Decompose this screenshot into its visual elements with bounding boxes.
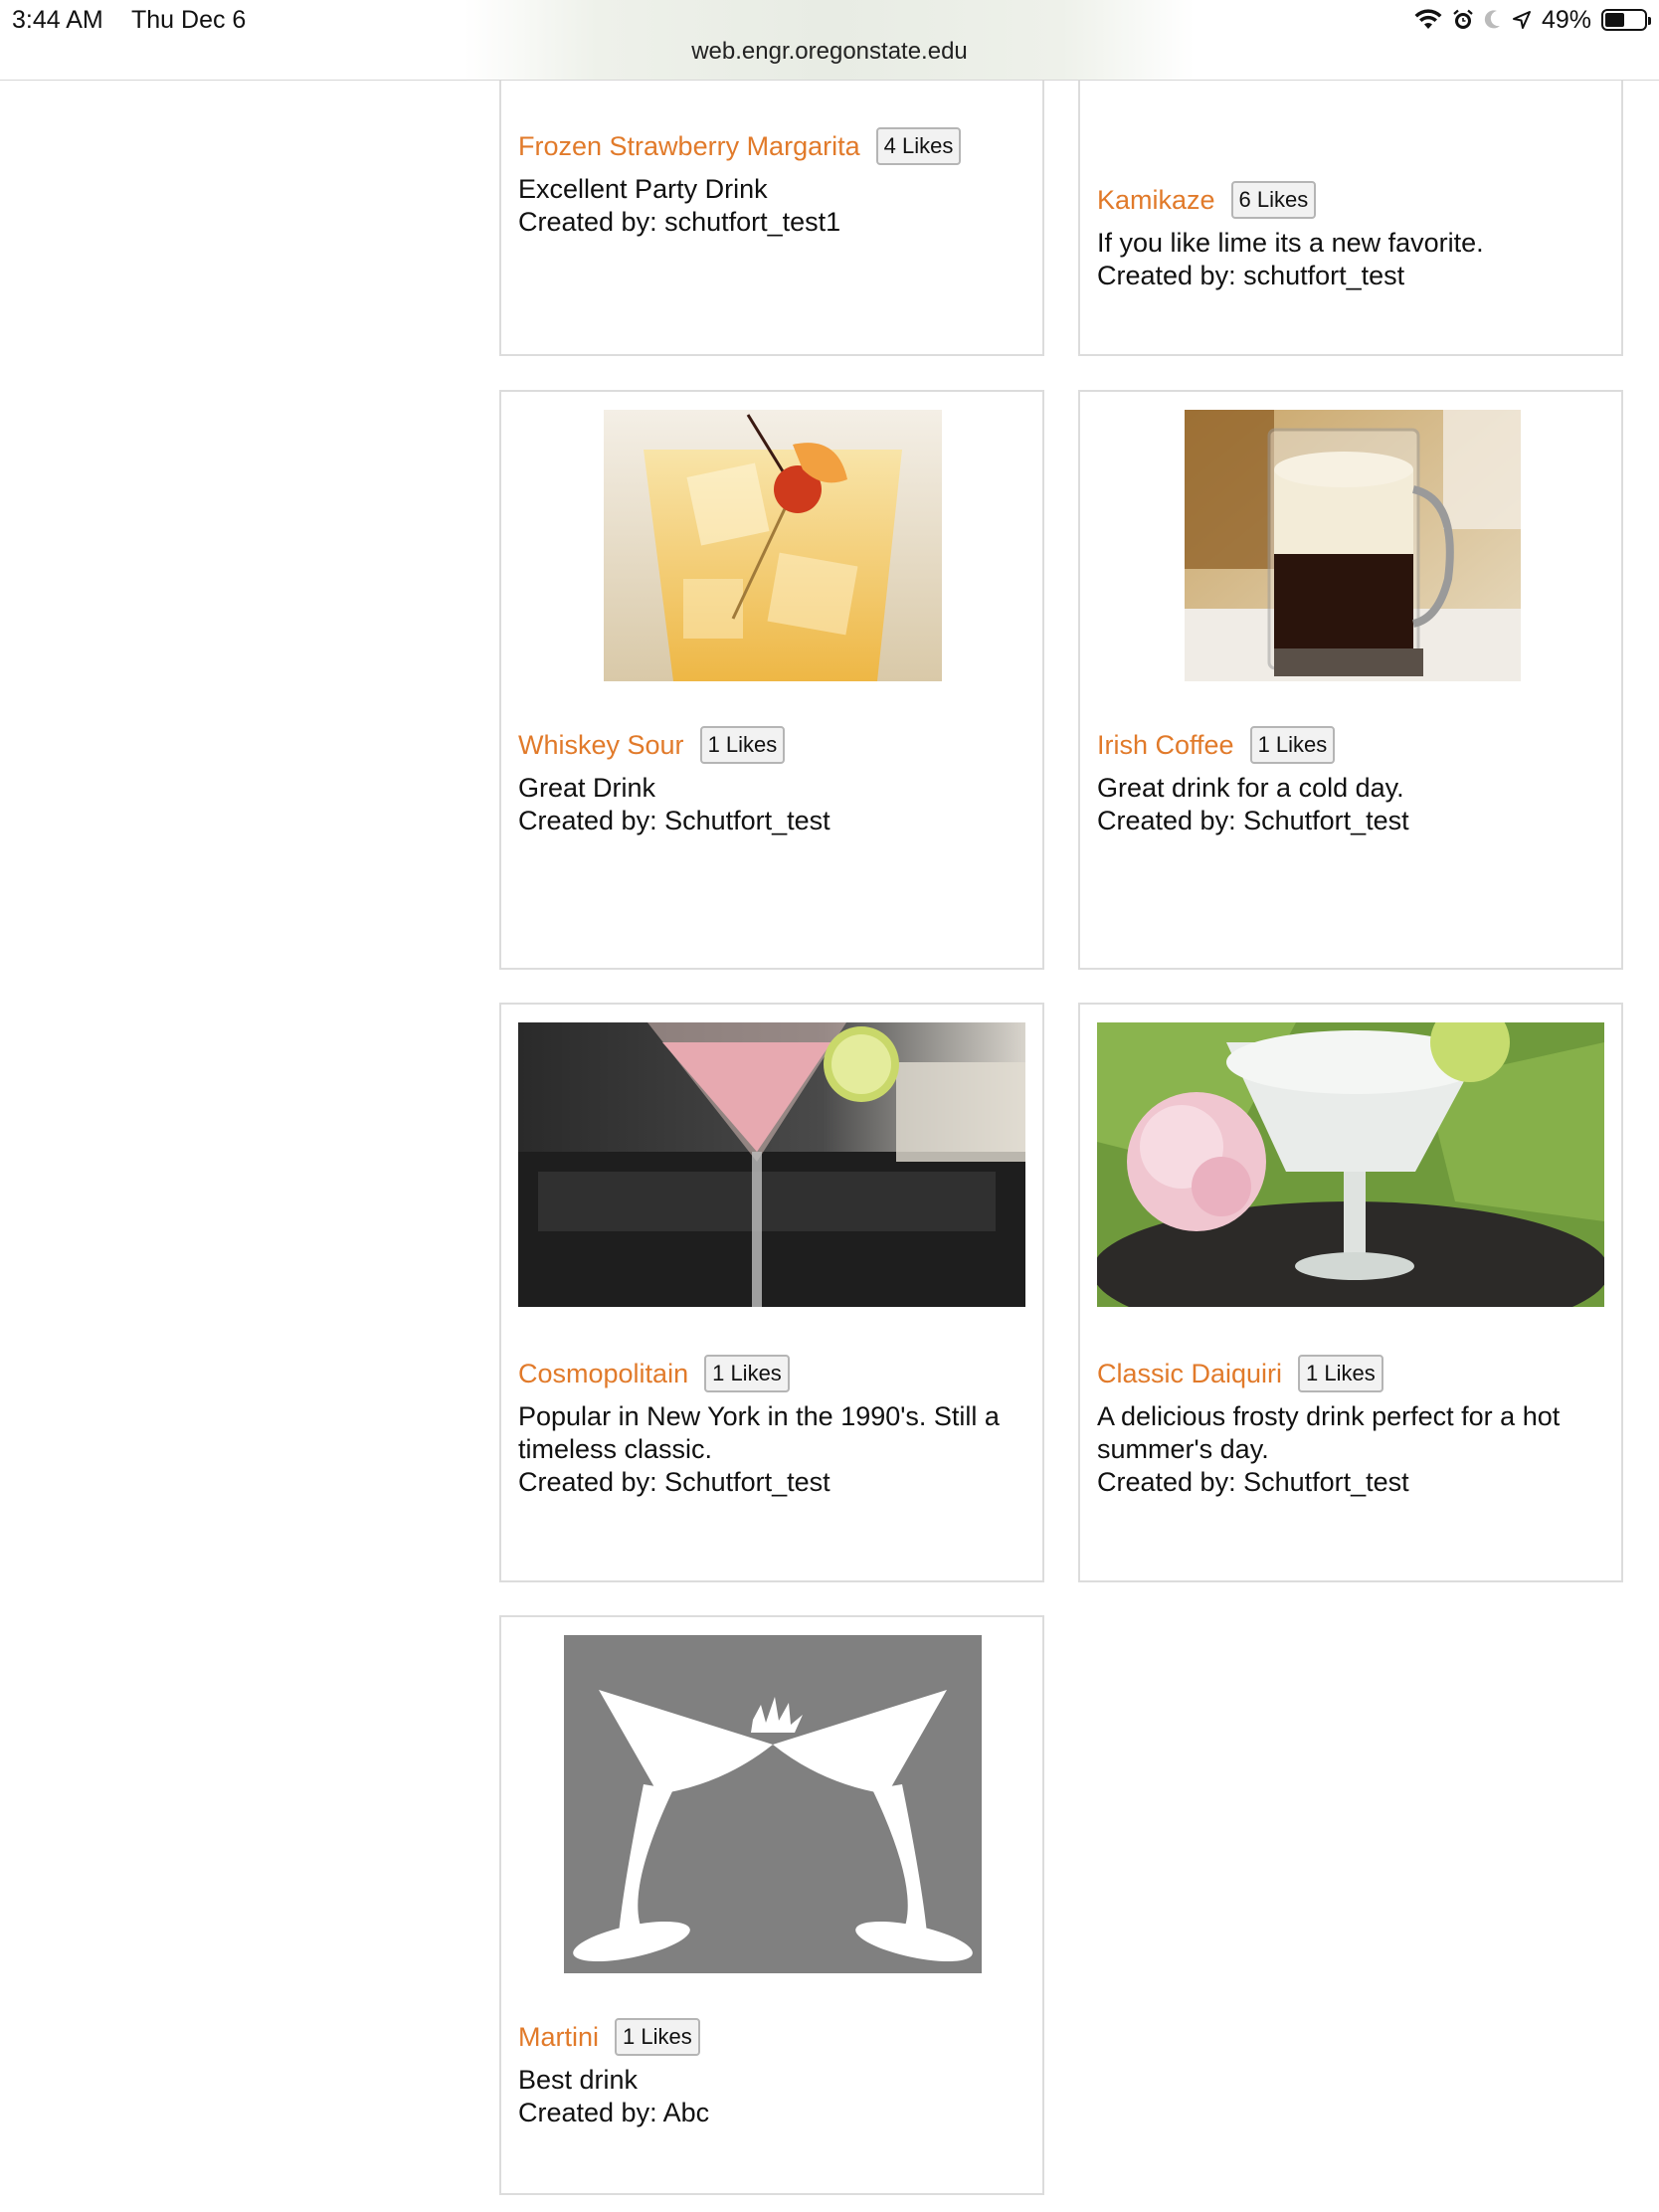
url-bar[interactable]: web.engr.oregonstate.edu [0, 38, 1659, 66]
drink-creator: Created by: Schutfort_test [518, 1467, 830, 1497]
likes-button[interactable]: 6 Likes [1230, 181, 1317, 219]
likes-button[interactable]: 1 Likes [704, 1355, 790, 1392]
drink-creator: Created by: schutfort_test [1097, 261, 1405, 290]
alarm-icon [1453, 9, 1473, 29]
likes-button[interactable]: 4 Likes [875, 127, 962, 165]
drink-image[interactable] [564, 1635, 982, 1973]
drink-name-link[interactable]: Whiskey Sour [518, 730, 684, 761]
status-time: 3:44 AM [12, 6, 103, 34]
drink-card[interactable]: Classic Daiquiri 1 Likes A delicious fro… [1078, 1003, 1623, 1582]
location-icon [1512, 11, 1531, 29]
drink-name-link[interactable]: Cosmopolitain [518, 1359, 688, 1389]
drink-image[interactable] [1185, 410, 1521, 681]
drink-description: Excellent Party Drink [518, 174, 768, 204]
likes-button[interactable]: 1 Likes [699, 726, 786, 764]
drink-card[interactable]: Irish Coffee 1 Likes Great drink for a c… [1078, 390, 1623, 970]
drink-description: A delicious frosty drink perfect for a h… [1097, 1401, 1561, 1464]
browser-top-bar: 3:44 AM Thu Dec 6 49% web.engr.oregonsta… [0, 0, 1659, 81]
drink-description: Best drink [518, 2065, 639, 2095]
drink-card[interactable]: Martini 1 Likes Best drink Created by: A… [499, 1615, 1044, 2195]
likes-button[interactable]: 1 Likes [615, 2018, 700, 2056]
moon-icon [1484, 10, 1500, 29]
status-date: Thu Dec 6 [131, 6, 247, 34]
drink-description: Great drink for a cold day. [1097, 773, 1404, 803]
battery-icon [1601, 9, 1651, 31]
drink-name-link[interactable]: Irish Coffee [1097, 730, 1234, 761]
drink-card[interactable]: Whiskey Sour 1 Likes Great Drink Created… [499, 390, 1044, 970]
drink-description: If you like lime its a new favorite. [1097, 228, 1484, 258]
drink-image[interactable] [518, 1022, 1025, 1307]
drink-card[interactable]: Frozen Strawberry Margarita 4 Likes Exce… [499, 60, 1044, 356]
drink-image[interactable] [1097, 1022, 1604, 1307]
status-icons: 49% [1414, 4, 1651, 36]
drink-description: Great Drink [518, 773, 656, 803]
drink-description: Popular in New York in the 1990's. Still… [518, 1401, 1000, 1464]
battery-percent: 49% [1541, 5, 1591, 34]
drink-name-link[interactable]: Classic Daiquiri [1097, 1359, 1282, 1389]
drink-name-link[interactable]: Frozen Strawberry Margarita [518, 131, 860, 162]
drink-card[interactable]: Cosmopolitain 1 Likes Popular in New Yor… [499, 1003, 1044, 1582]
likes-button[interactable]: 1 Likes [1298, 1355, 1383, 1392]
drink-name-link[interactable]: Martini [518, 2022, 599, 2053]
likes-button[interactable]: 1 Likes [1249, 726, 1336, 764]
drink-creator: Created by: Schutfort_test [518, 806, 830, 835]
drink-creator: Created by: schutfort_test1 [518, 207, 841, 237]
drink-image[interactable] [604, 410, 942, 681]
drink-creator: Created by: Abc [518, 2098, 710, 2127]
drink-name-link[interactable]: Kamikaze [1097, 185, 1215, 216]
wifi-icon [1414, 9, 1442, 29]
drink-creator: Created by: Schutfort_test [1097, 1467, 1409, 1497]
drink-creator: Created by: Schutfort_test [1097, 806, 1409, 835]
drink-card[interactable]: Kamikaze 6 Likes If you like lime its a … [1078, 60, 1623, 356]
